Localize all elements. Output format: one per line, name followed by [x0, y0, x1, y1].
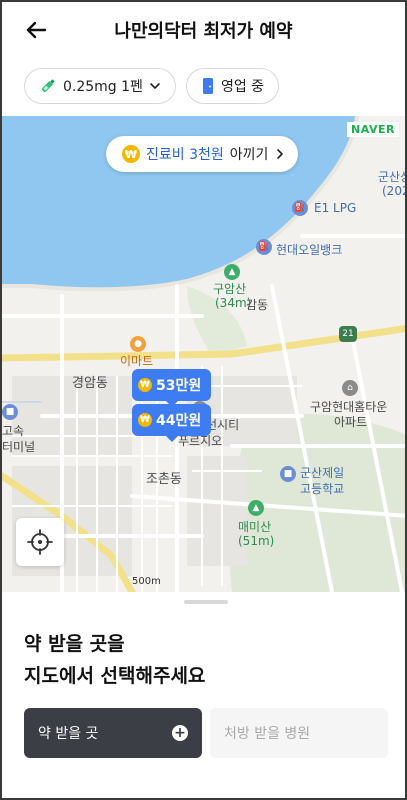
plus-icon: + [172, 725, 188, 741]
map-label-gamdong: 감동 [246, 298, 269, 312]
bus-terminal-icon: ■ [2, 404, 18, 420]
mountain-icon-2: ▲ [248, 500, 264, 516]
current-location-button[interactable] [16, 518, 64, 566]
gas-station-icon: ⛽ [292, 200, 308, 216]
school-icon: ■ [280, 466, 296, 482]
map-label-gunsan-top: 군산상 [378, 170, 405, 184]
app-screen: 나만의닥터 최저가 예약 0.25mg 1펜 영업 중 ₩ 진료비 3천원 아끼… [0, 0, 407, 800]
map-brand-logo: NAVER [347, 122, 399, 137]
location-choice-row: 약 받을 곳 + 처방 받을 병원 [24, 708, 388, 758]
prompt-line-2: 지도에서 선택해주세요 [24, 665, 206, 687]
price-marker[interactable]: ₩ 44만원 [132, 404, 212, 442]
pickup-location-button[interactable]: 약 받을 곳 + [24, 708, 202, 758]
bottom-sheet: 약 받을 곳을 지도에서 선택해주세요 약 받을 곳 + 처방 받을 병원 [2, 592, 405, 798]
chevron-down-icon [150, 83, 160, 89]
price-marker-label: 44만원 [156, 413, 202, 429]
map-label-gunsan-jeil-2: 고등학교 [300, 482, 345, 496]
gas-station-icon-2: ⛽ [256, 239, 272, 255]
map-label-guam-hyundai-2: 아파트 [334, 415, 368, 429]
fee-saving-amount: 진료비 3천원 [146, 147, 224, 163]
map-label-maemisan: 매미산 [238, 520, 272, 534]
header: 나만의닥터 최저가 예약 [2, 2, 405, 58]
chevron-right-icon [277, 149, 284, 159]
map-label-gunsan-year: (2027 [382, 184, 405, 198]
prescription-hospital-placeholder: 처방 받을 병원 [224, 726, 311, 742]
mountain-icon: ▲ [224, 264, 240, 280]
apartment-icon: ⌂ [342, 380, 358, 396]
fee-saving-banner[interactable]: ₩ 진료비 3천원 아끼기 [106, 136, 299, 172]
page-title: 나만의닥터 최저가 예약 [114, 21, 293, 42]
won-coin-icon: ₩ [138, 413, 152, 427]
map-scale-label: 500m [132, 576, 161, 587]
route-21-badge: 21 [339, 326, 357, 342]
map-label-gosok: 고속 [2, 424, 25, 438]
map-label-guamsan: 구암산 [213, 282, 247, 296]
back-button[interactable] [20, 14, 52, 46]
door-icon [202, 78, 213, 94]
map-label-terminal: 터미널 [2, 440, 36, 454]
medication-filter-chip[interactable]: 0.25mg 1펜 [24, 68, 176, 104]
selection-prompt: 약 받을 곳을 지도에서 선택해주세요 [24, 628, 205, 692]
price-marker[interactable]: ₩ 53만원 [132, 369, 212, 407]
map-scale: 500m [132, 576, 161, 587]
price-marker-label: 53만원 [156, 378, 202, 394]
sheet-drag-handle[interactable] [184, 600, 228, 604]
map-label-maemisan-height: (51m) [238, 534, 275, 548]
map-label-e1-lpg: E1 LPG [314, 201, 357, 215]
fee-saving-suffix: 아끼기 [229, 147, 269, 163]
map-view[interactable]: ₩ 진료비 3천원 아끼기 NAVER 군산상 (2027 ⛽ E1 LPG ⛽… [2, 116, 405, 592]
map-label-gyeongamdong: 경암동 [72, 376, 108, 391]
prompt-line-1: 약 받을 곳을 [24, 633, 125, 655]
open-status-label: 영업 중 [220, 79, 265, 95]
back-arrow-icon [26, 21, 47, 39]
won-coin-icon: ₩ [122, 145, 140, 163]
pen-icon [41, 79, 55, 93]
medication-filter-label: 0.25mg 1펜 [63, 79, 143, 95]
pickup-location-label: 약 받을 곳 [38, 726, 99, 742]
filter-bar: 0.25mg 1펜 영업 중 [24, 68, 280, 104]
open-status-chip[interactable]: 영업 중 [185, 68, 280, 104]
prescription-hospital-field[interactable]: 처방 받을 병원 [210, 708, 388, 758]
map-label-jochondong: 조촌동 [146, 472, 182, 487]
crosshair-icon [27, 529, 53, 555]
shopping-icon: ● [130, 336, 146, 352]
map-label-emart: 이마트 [120, 354, 154, 368]
map-label-gunsan-jeil-1: 군산제일 [300, 466, 345, 480]
won-coin-icon: ₩ [138, 378, 152, 392]
map-label-hyundai-oil: 현대오일뱅크 [276, 243, 343, 257]
